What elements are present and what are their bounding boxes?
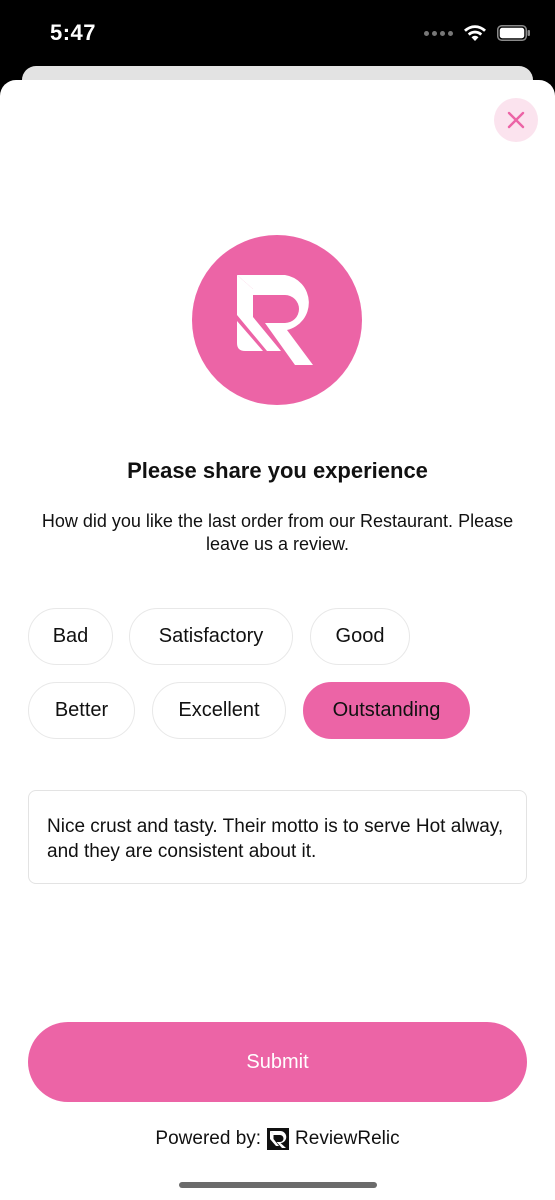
- cellular-signal-icon: [424, 30, 453, 36]
- wifi-icon: [464, 25, 486, 41]
- page-title: Please share you experience: [127, 458, 428, 483]
- close-icon: [507, 111, 525, 129]
- powered-by-label: Powered by:: [155, 1128, 262, 1149]
- rating-chip-outstanding[interactable]: Outstanding: [303, 682, 470, 739]
- powered-by: Powered by: ReviewRelic: [0, 1128, 555, 1150]
- home-indicator[interactable]: [179, 1182, 377, 1188]
- status-bar: 5:47: [0, 0, 555, 70]
- rating-chip-better[interactable]: Better: [28, 682, 135, 739]
- reviewrelic-small-logo-icon: [267, 1128, 290, 1150]
- submit-button[interactable]: Submit: [28, 1022, 527, 1102]
- page-subtitle: How did you like the last order from our…: [41, 511, 514, 554]
- powered-by-brand: ReviewRelic: [295, 1128, 400, 1149]
- rating-chip-good[interactable]: Good: [310, 608, 410, 665]
- reviewrelic-logo-icon: [237, 275, 313, 365]
- battery-icon: [497, 25, 530, 41]
- brand-logo: [192, 235, 362, 405]
- review-sheet: Please share you experience How did you …: [0, 80, 555, 1200]
- rating-chip-bad[interactable]: Bad: [28, 608, 113, 665]
- review-textarea[interactable]: Nice crust and tasty. Their motto is to …: [28, 790, 527, 884]
- status-icons: [424, 24, 531, 42]
- close-button[interactable]: [494, 98, 538, 142]
- rating-chip-excellent[interactable]: Excellent: [152, 682, 286, 739]
- rating-chip-satisfactory[interactable]: Satisfactory: [129, 608, 293, 665]
- status-time: 5:47: [50, 20, 97, 45]
